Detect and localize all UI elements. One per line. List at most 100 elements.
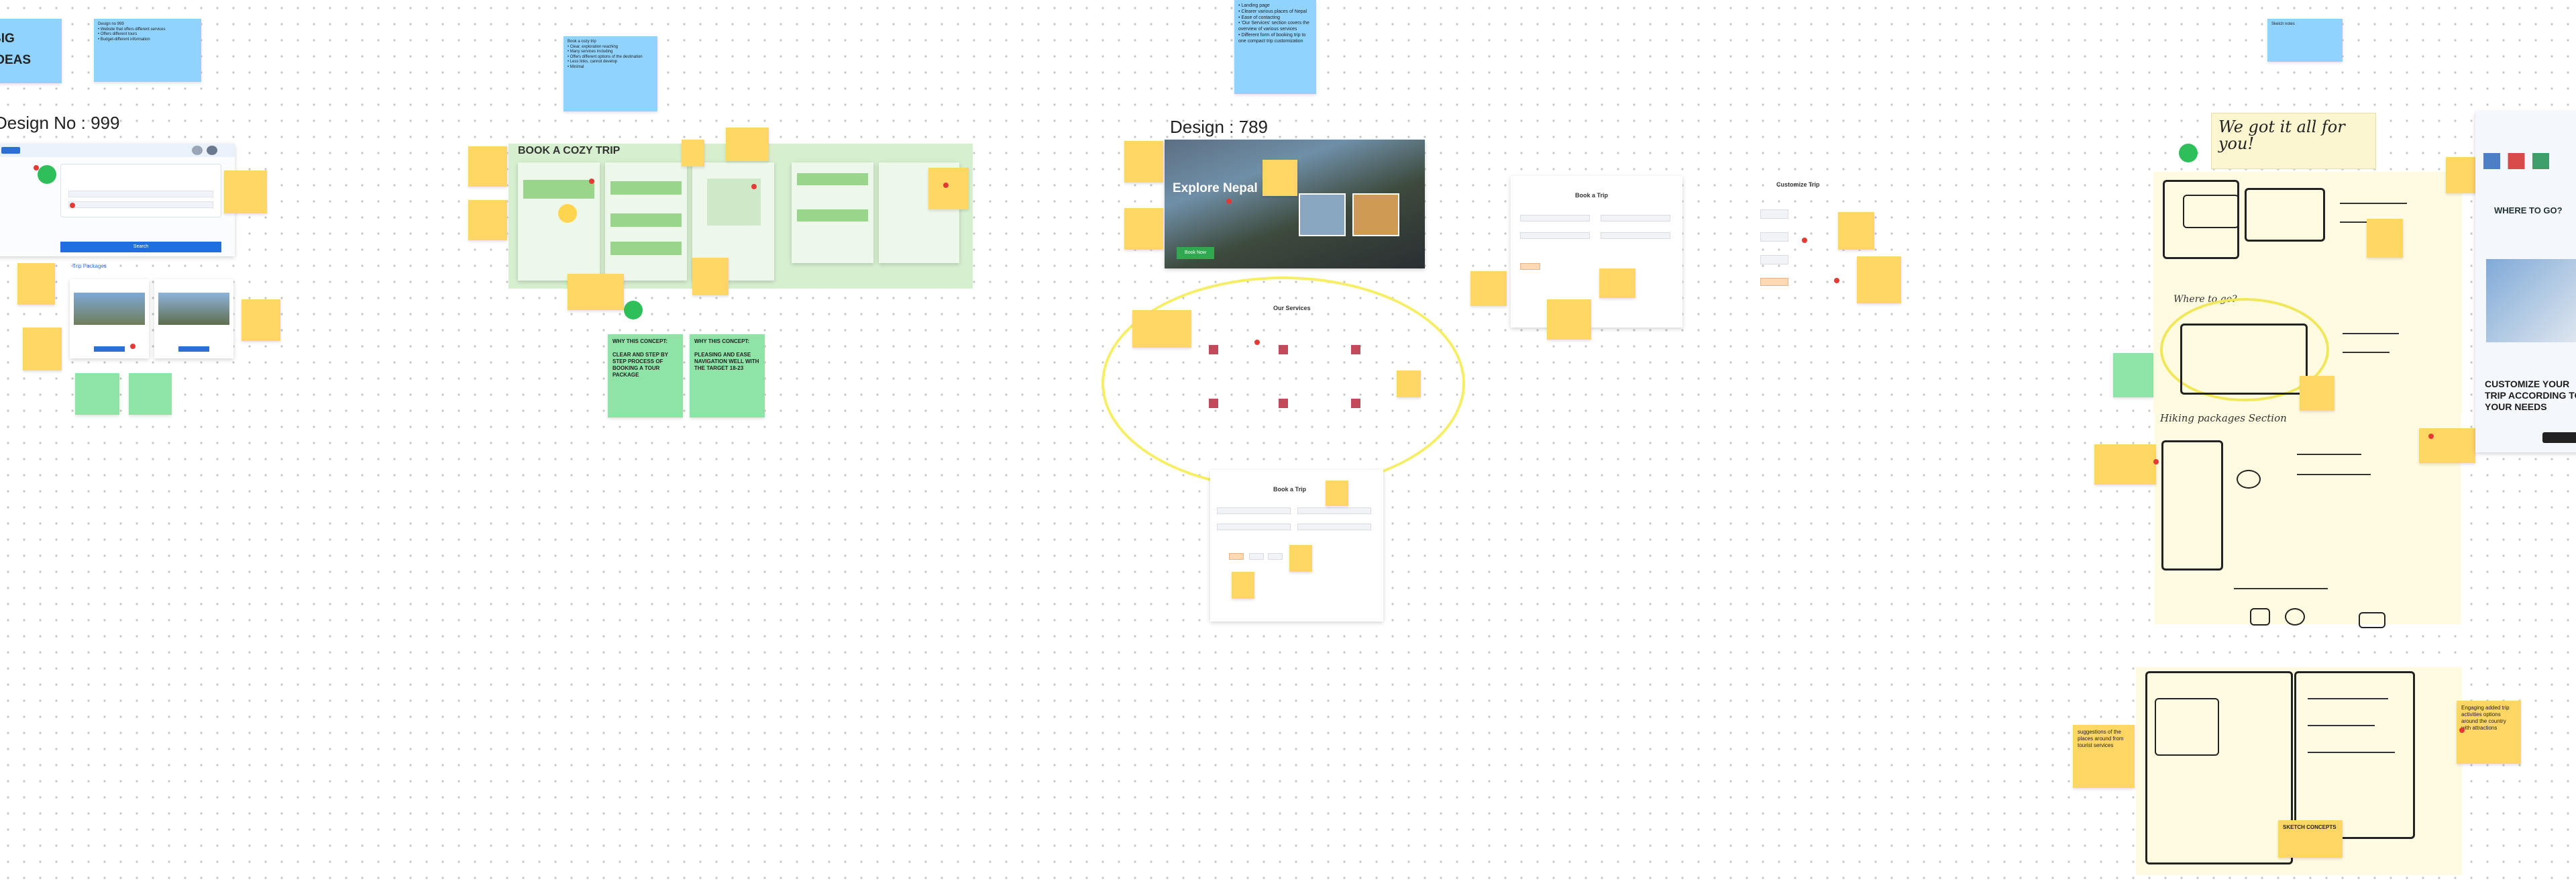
comment-note[interactable] [1132,310,1191,348]
collaborator-avatar[interactable] [624,301,643,319]
sketch-card [2155,698,2219,756]
sketch-scribble [2308,698,2388,699]
comment-note[interactable] [17,263,55,305]
comment-note[interactable] [1124,141,1163,183]
design-999-card[interactable] [154,279,233,358]
ad-cta-text: CUSTOMIZE YOUR TRIP ACCORDING TO YOUR NE… [2485,379,2576,413]
comment-note[interactable] [468,200,507,240]
design-789-summary-note[interactable]: • Landing page • Clearer various places … [1234,0,1316,94]
form-input[interactable] [1601,232,1670,239]
sketch-summary-note[interactable]: Sketch notes [2267,19,2343,62]
comment-note[interactable] [1838,212,1874,250]
service-icon [1209,399,1218,408]
comment-note[interactable] [1547,299,1591,340]
comment-note[interactable] [1232,572,1254,599]
design-789-photo [1352,193,1399,236]
comment-note[interactable] [1263,160,1297,196]
form-option-button[interactable] [1229,553,1244,560]
book-trip-form[interactable]: Book a Trip [1511,176,1682,328]
comment-note[interactable] [2113,353,2153,397]
form-input[interactable] [1217,524,1291,530]
comment-note[interactable] [1124,208,1163,250]
collaborator-avatar[interactable] [38,165,56,184]
sketch-card [2183,195,2239,228]
customize-option[interactable] [1760,255,1788,264]
service-icon [1351,399,1360,408]
sketch-card [2180,324,2308,395]
comment-note[interactable] [23,328,62,370]
comment-note[interactable] [2367,219,2403,258]
why-this-concept-note[interactable]: WHY THIS CONCEPT: CLEAR AND STEP BY STEP… [608,334,683,417]
design-999-summary-note[interactable]: Design no 999 • Website that offers diff… [94,19,201,82]
marker-dot [1802,238,1807,243]
ad-mockup[interactable]: WHERE TO GO? CUSTOMIZE YOUR TRIP ACCORDI… [2475,111,2576,452]
design-999-input[interactable] [68,191,213,197]
comment-note[interactable] [2094,444,2156,485]
cozy-trip-title: BOOK A COZY TRIP [518,145,621,156]
marker-dot [1226,199,1232,204]
design-789-hero-button[interactable]: Book Now [1177,247,1214,259]
form-input[interactable] [1297,524,1371,530]
service-icon [1279,399,1288,408]
comment-note[interactable] [928,168,969,209]
comment-note[interactable] [1470,271,1507,306]
form-option-button[interactable] [1268,553,1283,560]
design-999-avatar-icon[interactable] [192,146,203,155]
collaborator-avatar[interactable] [2179,144,2198,162]
comment-note[interactable] [1599,268,1635,298]
sketch-scribble [2340,203,2407,204]
comment-note[interactable] [1289,545,1312,572]
comment-note[interactable] [682,140,704,166]
design-999-frame[interactable]: Search [0,144,235,256]
marker-dot [1254,340,1260,345]
sketch-card [2245,188,2325,242]
sketch-concepts-note[interactable]: SKETCH CONCEPTS [2278,820,2343,858]
sketch-scribble [2343,333,2399,334]
comment-note[interactable] [224,170,267,213]
sketch-scribble [2234,588,2328,589]
why-this-concept-note[interactable]: WHY THIS CONCEPT: PLEASING AND EASE NAVI… [690,334,765,417]
comment-note[interactable] [2300,376,2334,411]
marker-dot [130,344,136,349]
comment-note[interactable] [1326,481,1348,506]
design-999-search-button[interactable]: Search [60,242,221,252]
customize-option[interactable] [1760,209,1788,219]
customize-button[interactable] [1760,278,1788,286]
sketch-scribble [2297,454,2361,455]
form-option-button[interactable] [1249,553,1264,560]
design-999-profile-icon[interactable] [207,146,217,155]
comment-note[interactable] [2419,428,2475,463]
comment-note[interactable] [468,146,507,187]
design-789-hero[interactable]: Explore Nepal Book Now [1165,140,1425,268]
service-icon [1279,345,1288,354]
comment-note[interactable] [692,258,729,295]
marker-dot [751,184,757,189]
comment-note[interactable] [241,299,280,341]
engaging-activities-note[interactable]: Engaging added trip activities options a… [2457,701,2521,764]
suggestions-note[interactable]: suggestions of the places around from to… [2073,725,2135,788]
form-input[interactable] [1520,215,1590,221]
comment-note[interactable] [1857,256,1901,303]
form-input[interactable] [1520,232,1590,239]
sketch-icon [2285,608,2305,626]
cozy-screen-row [610,242,682,255]
ad-cta-button[interactable] [2542,432,2576,443]
comment-note[interactable] [75,373,119,415]
form-input[interactable] [1217,507,1291,514]
customize-option[interactable] [1760,232,1788,242]
form-input[interactable] [1601,215,1670,221]
design-999-card[interactable] [70,279,149,358]
service-icon [1351,345,1360,354]
comment-note[interactable] [129,373,172,415]
sketch-scribble [2308,752,2395,753]
big-ideas-note[interactable]: BIG IDEAS [0,19,62,83]
design-999-card-button[interactable] [178,346,209,352]
design-999-input[interactable] [68,201,213,208]
cozy-trip-summary-note[interactable]: Book a cozy trip • Clear, exploration re… [564,36,657,111]
design-999-card-button[interactable] [94,346,125,352]
comment-note[interactable] [726,128,769,161]
comment-note[interactable] [1397,370,1421,397]
form-option-button[interactable] [1520,263,1540,270]
comment-note[interactable] [568,274,624,310]
form-input[interactable] [1297,507,1371,514]
